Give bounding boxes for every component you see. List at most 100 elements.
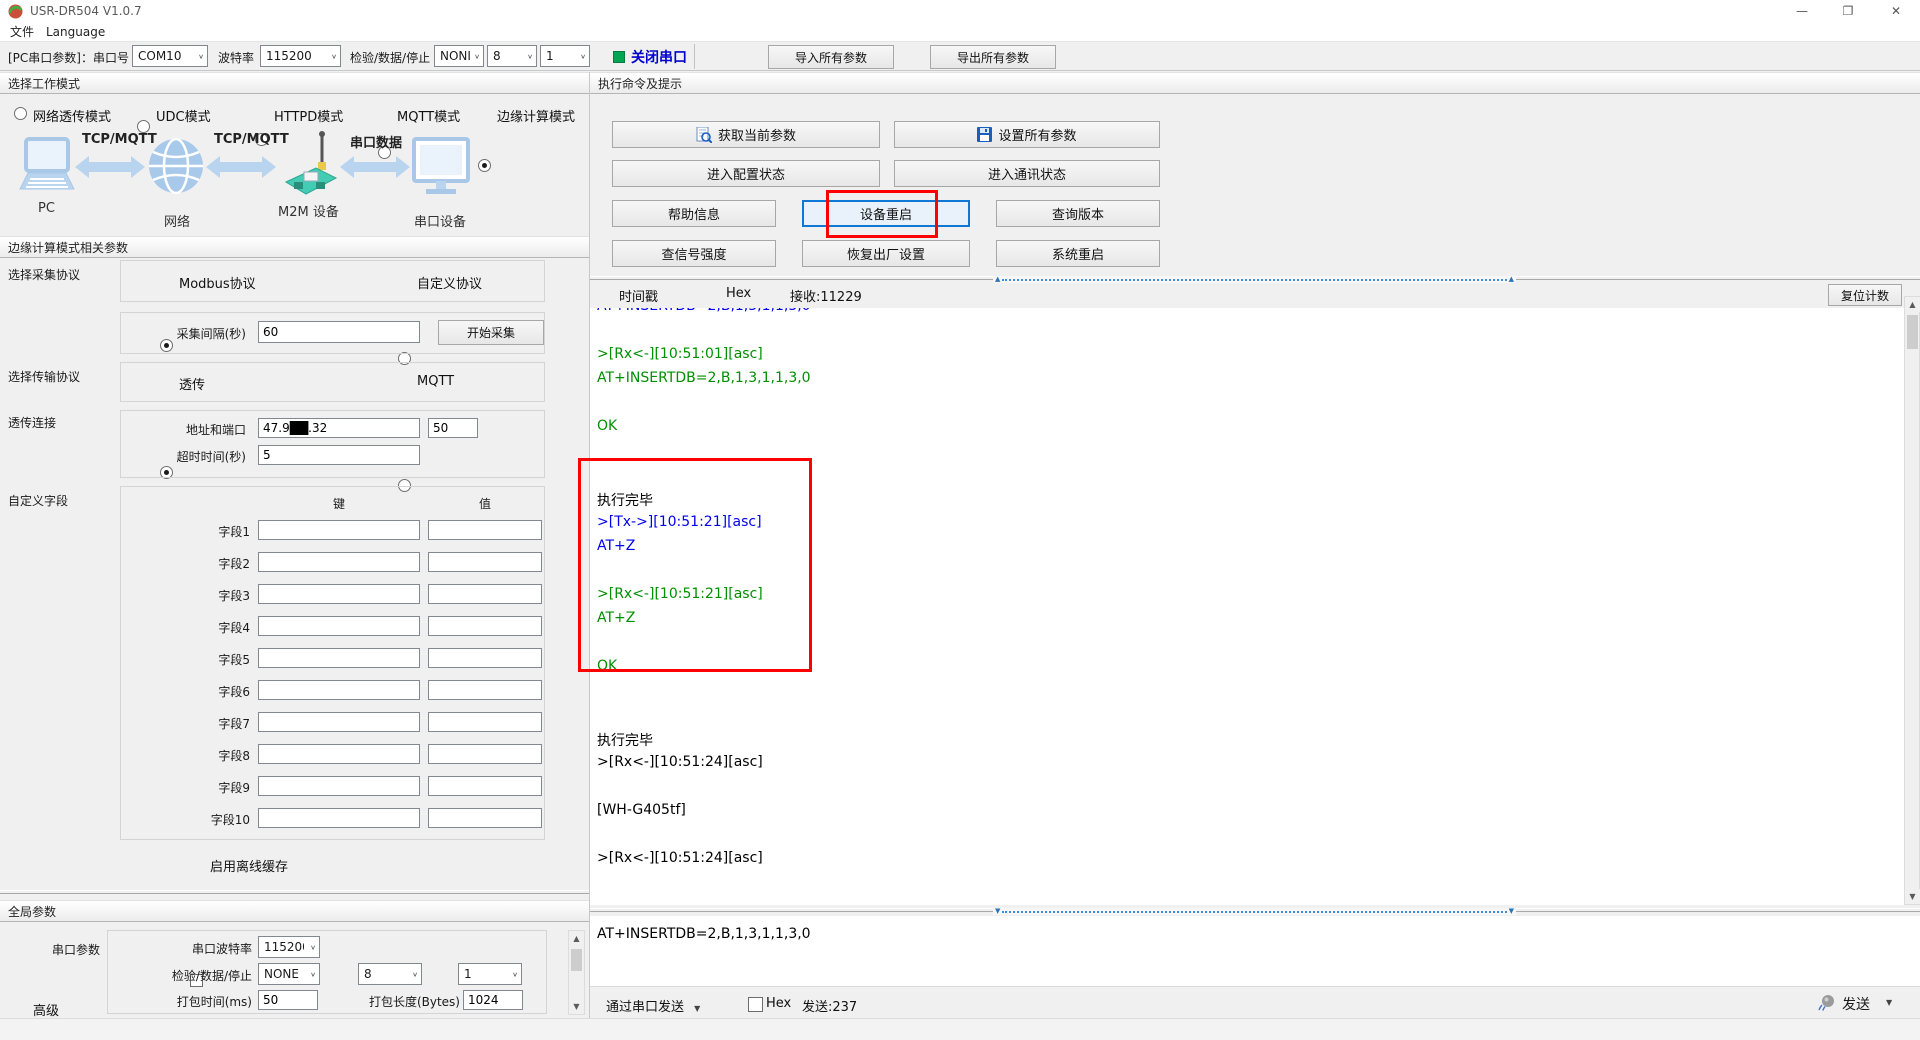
- app-icon: [8, 4, 23, 19]
- send-button[interactable]: 发送: [1842, 994, 1870, 1014]
- com-port-select[interactable]: COM10 ∨: [132, 45, 208, 67]
- left-scrollbar[interactable]: ▲ ▼: [568, 930, 585, 1015]
- global-databits-select[interactable]: 8 ∨: [358, 963, 422, 985]
- factory-reset-button[interactable]: 恢复出厂设置: [802, 240, 970, 267]
- query-signal-button[interactable]: 查信号强度: [612, 240, 776, 267]
- global-baud-select[interactable]: 115200 ∨: [258, 936, 320, 958]
- diagram-m2m-label: M2M 设备: [278, 201, 339, 220]
- device-reboot-button[interactable]: 设备重启: [802, 200, 970, 227]
- field-7-value-input[interactable]: [428, 712, 542, 732]
- address-port-label: 地址和端口: [140, 421, 246, 438]
- pack-length-label: 打包长度(Bytes): [330, 993, 460, 1010]
- field-2-key-input[interactable]: [258, 552, 420, 572]
- edge-params-header-label: 边缘计算模式相关参数: [8, 239, 128, 256]
- scroll-up-icon[interactable]: ▲: [1905, 297, 1920, 312]
- timeout-input[interactable]: [258, 445, 420, 465]
- radio-edge-compute-mode[interactable]: [478, 159, 491, 172]
- scroll-down-icon[interactable]: ▼: [569, 999, 584, 1014]
- left-splitter[interactable]: [0, 890, 589, 897]
- log-output-area[interactable]: AT+INSERTDB=2,B,1,3,1,1,3,0 >[Rx<-][10:5…: [590, 308, 1904, 905]
- baud-select[interactable]: 115200 ∨: [260, 45, 341, 67]
- collect-interval-input[interactable]: [258, 321, 420, 343]
- pack-time-label: 打包时间(ms): [150, 993, 252, 1010]
- log-line: [597, 826, 811, 850]
- restore-button[interactable]: ❐: [1828, 0, 1868, 22]
- databits-select[interactable]: 8 ∨: [487, 45, 537, 67]
- left-scrollbar-thumb[interactable]: [571, 949, 582, 971]
- send-hex-label: Hex: [766, 996, 791, 1011]
- scroll-up-icon[interactable]: ▲: [569, 931, 584, 946]
- send-input-text[interactable]: AT+INSERTDB=2,B,1,3,1,1,3,0: [597, 926, 811, 942]
- menu-language[interactable]: Language: [40, 22, 111, 42]
- field-3-key-input[interactable]: [258, 584, 420, 604]
- field-4-key-input[interactable]: [258, 616, 420, 636]
- send-splitter-handle[interactable]: ▼ ▼: [993, 908, 1516, 915]
- get-params-button[interactable]: 获取当前参数: [612, 121, 880, 148]
- pack-time-input[interactable]: [258, 990, 318, 1010]
- field-10-value-input[interactable]: [428, 808, 542, 828]
- left-arrow-tcp-mqtt-icon: [75, 155, 145, 179]
- reset-count-button[interactable]: 复位计数: [1828, 284, 1902, 306]
- close-port-button[interactable]: 关闭串口: [631, 47, 687, 67]
- field-7-key-input[interactable]: [258, 712, 420, 732]
- field-1-key-input[interactable]: [258, 520, 420, 540]
- radio-passthrough-label: 透传: [179, 374, 205, 393]
- field-8-label: 字段8: [170, 747, 250, 764]
- log-line: OK: [597, 418, 811, 442]
- send-hex-checkbox[interactable]: [748, 997, 763, 1012]
- address-input[interactable]: [258, 418, 420, 438]
- field-4-value-input[interactable]: [428, 616, 542, 636]
- field-9-value-input[interactable]: [428, 776, 542, 796]
- field-8-value-input[interactable]: [428, 744, 542, 764]
- log-line: [597, 322, 811, 346]
- global-stopbits-select[interactable]: 1 ∨: [458, 963, 522, 985]
- menu-file[interactable]: 文件: [4, 22, 40, 42]
- field-10-key-input[interactable]: [258, 808, 420, 828]
- field-6-value-input[interactable]: [428, 680, 542, 700]
- scroll-down-icon[interactable]: ▼: [1905, 889, 1920, 904]
- send-via-serial-dropdown[interactable]: 通过串口发送 ▼: [606, 996, 700, 1015]
- chevron-down-icon: ∨: [527, 52, 533, 59]
- import-all-params-button[interactable]: 导入所有参数: [768, 45, 894, 69]
- parity-select[interactable]: NONI ∨: [434, 45, 484, 67]
- send-options-arrow-icon[interactable]: ▼: [1886, 998, 1892, 1007]
- diagram-net-label: 网络: [164, 211, 190, 230]
- start-collect-button[interactable]: 开始采集: [438, 320, 544, 345]
- splitter-dots: [1002, 911, 1506, 913]
- help-info-button[interactable]: 帮助信息: [612, 200, 776, 227]
- commands-header: 执行命令及提示: [590, 72, 1920, 94]
- field-9-key-input[interactable]: [258, 776, 420, 796]
- log-scrollbar[interactable]: ▲ ▼: [1904, 296, 1920, 905]
- enter-comm-button[interactable]: 进入通讯状态: [894, 160, 1160, 187]
- set-params-button[interactable]: 设置所有参数: [894, 121, 1160, 148]
- splitter-dots: [1002, 279, 1506, 281]
- field-8-key-input[interactable]: [258, 744, 420, 764]
- field-2-value-input[interactable]: [428, 552, 542, 572]
- enter-config-button[interactable]: 进入配置状态: [612, 160, 880, 187]
- field-6-key-input[interactable]: [258, 680, 420, 700]
- close-button[interactable]: ✕: [1876, 0, 1916, 22]
- radio-transfer-mqtt-label: MQTT: [417, 374, 454, 389]
- export-all-params-button[interactable]: 导出所有参数: [930, 45, 1056, 69]
- field-5-key-input[interactable]: [258, 648, 420, 668]
- log-scrollbar-thumb[interactable]: [1907, 315, 1918, 349]
- pack-length-input[interactable]: [463, 990, 523, 1010]
- global-parity-select[interactable]: NONE ∨: [258, 963, 320, 985]
- log-line: >[Rx<-][10:51:24][asc]: [597, 850, 811, 874]
- field-3-value-input[interactable]: [428, 584, 542, 604]
- field-5-label: 字段5: [170, 651, 250, 668]
- log-top-splitter-handle[interactable]: ▲ ▲: [993, 276, 1516, 283]
- field-1-value-input[interactable]: [428, 520, 542, 540]
- query-version-button[interactable]: 查询版本: [996, 200, 1160, 227]
- log-line: >[Tx->][10:51:21][asc]: [597, 514, 811, 538]
- port-input[interactable]: [428, 418, 478, 438]
- log-line: 执行完毕: [597, 490, 811, 514]
- radio-net-passthrough-mode[interactable]: [14, 107, 27, 120]
- field-5-value-input[interactable]: [428, 648, 542, 668]
- collect-interval-label: 采集间隔(秒): [140, 325, 246, 342]
- stopbits-select[interactable]: 1 ∨: [540, 45, 590, 67]
- minimize-button[interactable]: —: [1782, 0, 1822, 22]
- log-line: [597, 634, 811, 658]
- send-input-area[interactable]: AT+INSERTDB=2,B,1,3,1,1,3,0: [590, 916, 1920, 986]
- system-reboot-button[interactable]: 系统重启: [996, 240, 1160, 267]
